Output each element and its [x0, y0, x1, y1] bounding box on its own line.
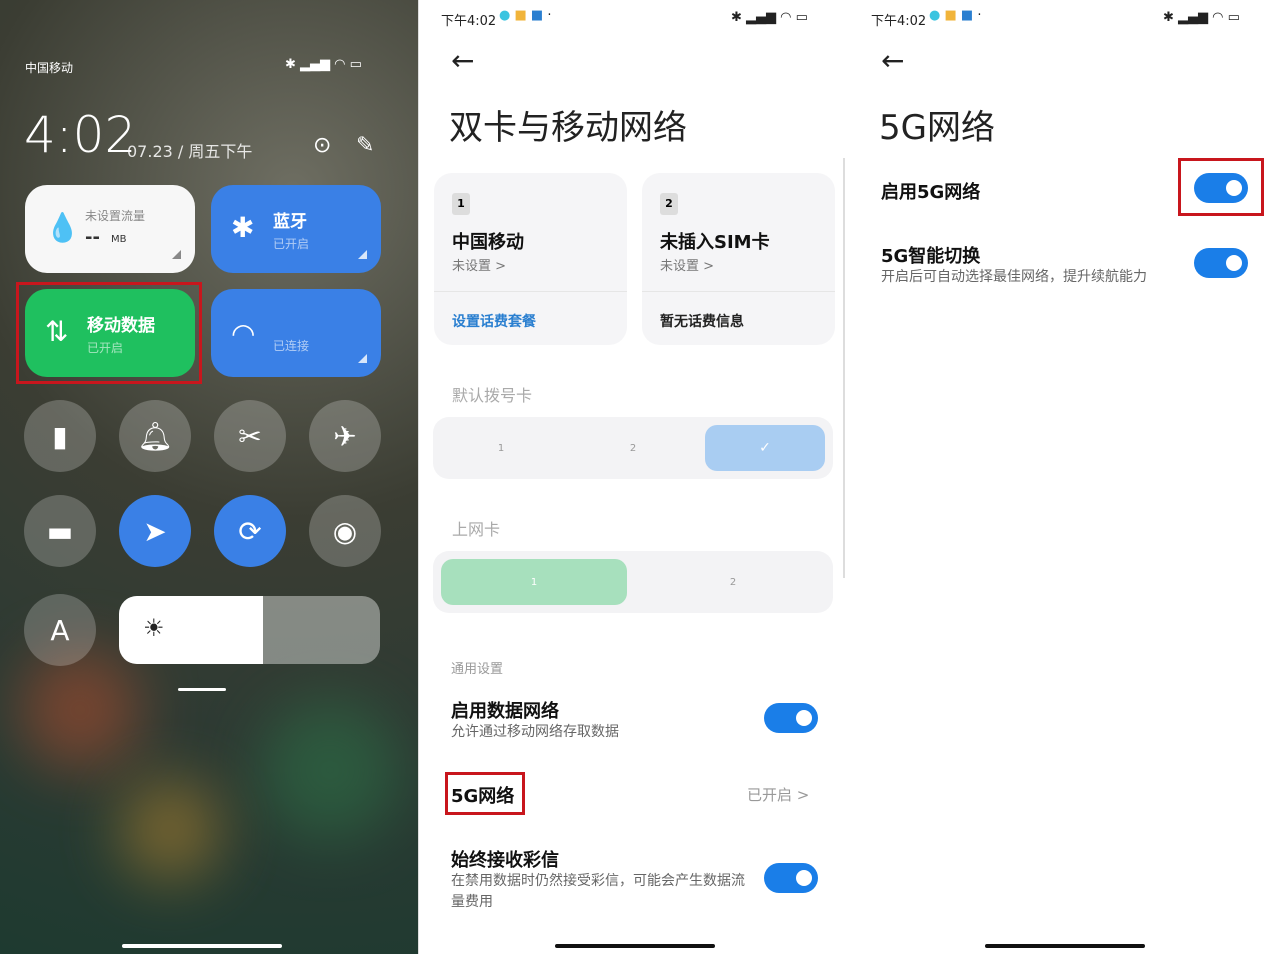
highlight-box	[445, 772, 525, 815]
bell-icon[interactable]: 🔔︎	[119, 400, 191, 472]
control-center: 中国移动 ✱ ▂▄▆ ◠ ▭ 4:02 07.23 / 周五下午 ⊙ ✎ 💧 未…	[0, 0, 418, 954]
sim2-sub: 未设置 >	[660, 259, 715, 274]
mms-sub: 在禁用数据时仍然接受彩信，可能会产生数据流量费用	[451, 873, 745, 910]
status-icons: ✱ ▂▄▆ ◠ ▭	[1163, 10, 1240, 25]
sim1-number: 1	[452, 193, 470, 215]
sim2-card[interactable]: 2 未插入SIM卡 未设置 > 暂无话费信息	[642, 173, 835, 345]
screenshot-icon[interactable]: ✂	[214, 400, 286, 472]
default-dial-selector: 1 2 ✓	[433, 417, 833, 479]
mms-title: 始终接收彩信	[451, 850, 559, 871]
data-option-sim2[interactable]: 2	[673, 559, 793, 605]
dial-option-sim1[interactable]: 1	[441, 425, 561, 471]
edit-icon[interactable]: ✎	[356, 133, 374, 158]
wifi-tile[interactable]: ◠ 已连接	[211, 289, 381, 377]
sim1-sub: 未设置 >	[452, 259, 507, 274]
auto-brightness-label: A	[50, 613, 70, 647]
status-time: 下午4:02	[871, 14, 927, 29]
bluetooth-title: 蓝牙	[273, 212, 307, 232]
flashlight-icon[interactable]: ▮	[24, 400, 96, 472]
notification-icons: ● ■ ■ ·	[929, 8, 982, 23]
data-tile-value: --	[85, 227, 100, 248]
eye-icon[interactable]: ◉	[309, 495, 381, 567]
page-title: 5G网络	[879, 108, 995, 148]
bluetooth-status: 已开启	[273, 237, 310, 251]
data-tile-title: 未设置流量	[85, 209, 146, 223]
airplane-icon[interactable]: ✈	[309, 400, 381, 472]
enable-data-toggle[interactable]	[764, 703, 818, 733]
sim-settings-screen: 下午4:02 ● ■ ■ · ✱ ▂▄▆ ◠ ▭ ← 双卡与移动网络 1 中国移…	[418, 0, 845, 954]
water-drop-icon: 💧	[45, 211, 80, 244]
home-indicator[interactable]	[555, 944, 715, 948]
enable-data-sub: 允许通过移动网络存取数据	[451, 724, 619, 740]
rotation-lock-icon[interactable]: ⟳	[214, 495, 286, 567]
page-title: 双卡与移动网络	[449, 108, 687, 148]
back-arrow-icon[interactable]: ←	[451, 44, 474, 77]
data-card-label: 上网卡	[452, 520, 501, 539]
data-tile-unit: MB	[111, 234, 127, 245]
data-usage-tile[interactable]: 💧 未设置流量 -- MB	[25, 185, 195, 273]
home-indicator[interactable]	[122, 944, 282, 948]
no-plan-info: 暂无话费信息	[660, 314, 744, 330]
date: 07.23 / 周五下午	[127, 142, 253, 161]
enable-data-title: 启用数据网络	[451, 701, 559, 722]
sun-icon: ☀	[143, 614, 165, 642]
general-section-label: 通用设置	[451, 662, 504, 677]
data-card-selector: 1 2	[433, 551, 833, 613]
set-plan-link[interactable]: 设置话费套餐	[452, 311, 536, 331]
bluetooth-tile[interactable]: ✱ 蓝牙 已开启	[211, 185, 381, 273]
wifi-status: 已连接	[273, 339, 310, 353]
smart-5g-title: 5G智能切换	[881, 246, 981, 267]
clock: 4:02	[24, 106, 137, 164]
highlight-box	[1178, 158, 1264, 216]
sim1-card[interactable]: 1 中国移动 未设置 > 设置话费套餐	[434, 173, 627, 345]
carrier-label: 中国移动	[25, 61, 74, 75]
location-icon[interactable]: ➤	[119, 495, 191, 567]
brightness-slider[interactable]: ☀	[119, 596, 380, 664]
highlight-box	[16, 282, 202, 384]
smart-5g-toggle[interactable]	[1194, 248, 1248, 278]
5g-settings-screen: 下午4:02 ● ■ ■ · ✱ ▂▄▆ ◠ ▭ ← 5G网络 启用5G网络 5…	[845, 0, 1280, 954]
home-indicator[interactable]	[985, 944, 1145, 948]
sim2-name: 未插入SIM卡	[660, 232, 770, 253]
5g-network-value: 已开启 >	[747, 786, 810, 804]
sim1-name: 中国移动	[452, 232, 524, 253]
sim2-number: 2	[660, 193, 678, 215]
smart-5g-sub: 开启后可自动选择最佳网络，提升续航能力	[881, 269, 1147, 285]
status-time: 下午4:02	[441, 14, 497, 29]
mms-toggle[interactable]	[764, 863, 818, 893]
dial-option-sim2[interactable]: 2	[573, 425, 693, 471]
dial-option-ask[interactable]: ✓	[705, 425, 825, 471]
handle[interactable]	[178, 688, 226, 691]
status-icons: ✱ ▂▄▆ ◠ ▭	[285, 57, 362, 72]
wifi-icon: ◠	[231, 317, 256, 350]
brightness-fill	[119, 596, 263, 664]
data-option-sim1[interactable]: 1	[441, 559, 627, 605]
auto-brightness-button[interactable]: A	[24, 594, 96, 666]
status-icons: ✱ ▂▄▆ ◠ ▭	[731, 10, 808, 25]
notification-icons: ● ■ ■ ·	[499, 8, 552, 23]
enable-5g-title: 启用5G网络	[881, 182, 981, 203]
lock-icon[interactable]: ▬	[24, 495, 96, 567]
bluetooth-icon: ✱	[231, 211, 255, 244]
default-dial-label: 默认拨号卡	[452, 386, 533, 405]
back-arrow-icon[interactable]: ←	[881, 44, 904, 77]
settings-icon[interactable]: ⊙	[313, 133, 331, 158]
